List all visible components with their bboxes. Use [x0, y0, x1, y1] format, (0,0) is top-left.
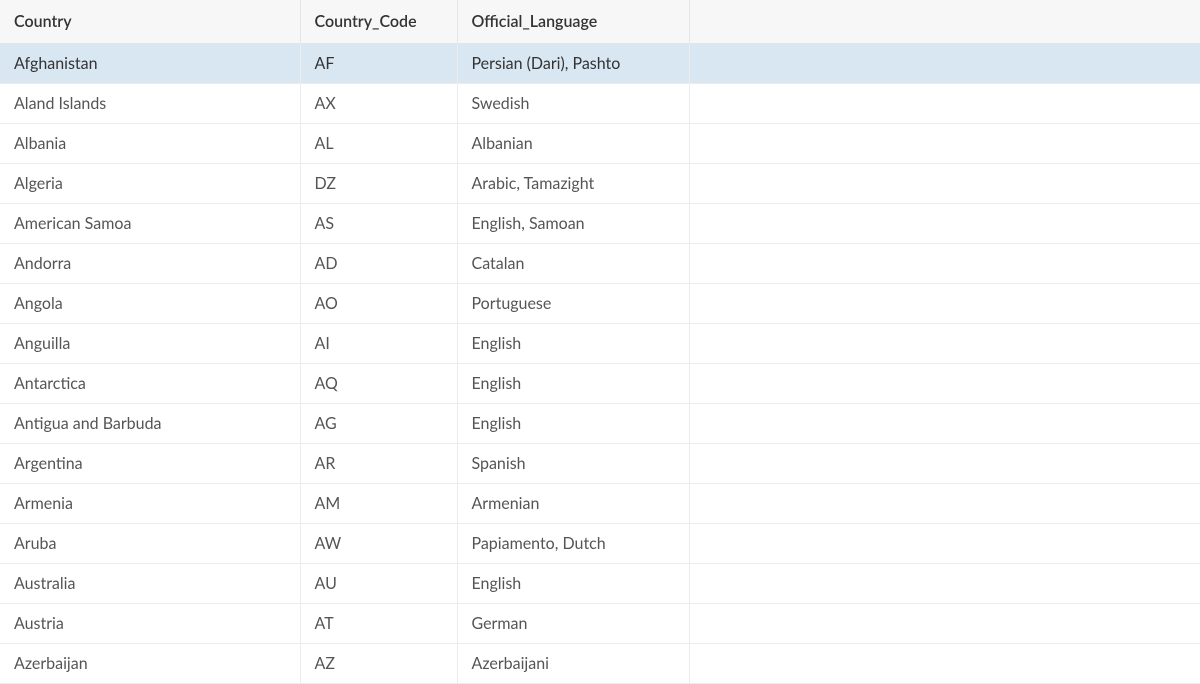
cell-empty [689, 484, 1200, 524]
cell-country: Antigua and Barbuda [0, 404, 300, 444]
cell-empty [689, 244, 1200, 284]
table-row[interactable]: AzerbaijanAZAzerbaijani [0, 644, 1200, 684]
table-row[interactable]: AustriaATGerman [0, 604, 1200, 644]
cell-country: Afghanistan [0, 44, 300, 84]
cell-official-language: Arabic, Tamazight [457, 164, 689, 204]
cell-country-code: AM [300, 484, 457, 524]
table-row[interactable]: AustraliaAUEnglish [0, 564, 1200, 604]
table-row[interactable]: Antigua and BarbudaAGEnglish [0, 404, 1200, 444]
cell-country-code: AS [300, 204, 457, 244]
table-row[interactable]: ArubaAWPapiamento, Dutch [0, 524, 1200, 564]
cell-official-language: Portuguese [457, 284, 689, 324]
cell-empty [689, 564, 1200, 604]
cell-official-language: Papiamento, Dutch [457, 524, 689, 564]
cell-country: Angola [0, 284, 300, 324]
table-row[interactable]: AndorraADCatalan [0, 244, 1200, 284]
column-header-empty [689, 0, 1200, 44]
cell-country: Argentina [0, 444, 300, 484]
cell-official-language: English [457, 564, 689, 604]
cell-country: Anguilla [0, 324, 300, 364]
cell-country: Antarctica [0, 364, 300, 404]
cell-country-code: AO [300, 284, 457, 324]
cell-empty [689, 604, 1200, 644]
cell-empty [689, 364, 1200, 404]
cell-empty [689, 84, 1200, 124]
cell-official-language: English [457, 404, 689, 444]
data-table: Country Country_Code Official_Language A… [0, 0, 1200, 684]
cell-country-code: AQ [300, 364, 457, 404]
cell-official-language: English [457, 324, 689, 364]
column-header-official-language[interactable]: Official_Language [457, 0, 689, 44]
table-row[interactable]: AnguillaAIEnglish [0, 324, 1200, 364]
cell-empty [689, 324, 1200, 364]
cell-country: Albania [0, 124, 300, 164]
table-row[interactable]: Aland IslandsAXSwedish [0, 84, 1200, 124]
cell-country: Australia [0, 564, 300, 604]
table-row[interactable]: AngolaAOPortuguese [0, 284, 1200, 324]
cell-empty [689, 204, 1200, 244]
table-row[interactable]: ArmeniaAMArmenian [0, 484, 1200, 524]
table-row[interactable]: AfghanistanAFPersian (Dari), Pashto [0, 44, 1200, 84]
table-row[interactable]: AntarcticaAQEnglish [0, 364, 1200, 404]
cell-country-code: AX [300, 84, 457, 124]
cell-official-language: English [457, 364, 689, 404]
table-row[interactable]: AlgeriaDZArabic, Tamazight [0, 164, 1200, 204]
cell-country: Andorra [0, 244, 300, 284]
cell-country: Armenia [0, 484, 300, 524]
cell-empty [689, 404, 1200, 444]
cell-empty [689, 444, 1200, 484]
cell-country-code: AG [300, 404, 457, 444]
cell-official-language: Swedish [457, 84, 689, 124]
table-row[interactable]: AlbaniaALAlbanian [0, 124, 1200, 164]
cell-country-code: DZ [300, 164, 457, 204]
cell-country: Aland Islands [0, 84, 300, 124]
cell-country: Algeria [0, 164, 300, 204]
table-row[interactable]: ArgentinaARSpanish [0, 444, 1200, 484]
cell-official-language: German [457, 604, 689, 644]
cell-empty [689, 644, 1200, 684]
cell-empty [689, 284, 1200, 324]
cell-official-language: Persian (Dari), Pashto [457, 44, 689, 84]
table-header: Country Country_Code Official_Language [0, 0, 1200, 44]
cell-empty [689, 524, 1200, 564]
cell-official-language: Catalan [457, 244, 689, 284]
cell-country-code: AI [300, 324, 457, 364]
table-body: AfghanistanAFPersian (Dari), PashtoAland… [0, 44, 1200, 684]
column-header-country[interactable]: Country [0, 0, 300, 44]
cell-empty [689, 124, 1200, 164]
column-header-country-code[interactable]: Country_Code [300, 0, 457, 44]
cell-country: Azerbaijan [0, 644, 300, 684]
cell-country: Austria [0, 604, 300, 644]
cell-empty [689, 44, 1200, 84]
cell-official-language: Armenian [457, 484, 689, 524]
cell-country-code: AR [300, 444, 457, 484]
cell-country-code: AL [300, 124, 457, 164]
cell-country: Aruba [0, 524, 300, 564]
cell-official-language: English, Samoan [457, 204, 689, 244]
cell-country: American Samoa [0, 204, 300, 244]
table-row[interactable]: American SamoaASEnglish, Samoan [0, 204, 1200, 244]
cell-official-language: Azerbaijani [457, 644, 689, 684]
data-table-container: Country Country_Code Official_Language A… [0, 0, 1200, 684]
cell-country-code: AD [300, 244, 457, 284]
cell-country-code: AF [300, 44, 457, 84]
cell-official-language: Albanian [457, 124, 689, 164]
table-header-row: Country Country_Code Official_Language [0, 0, 1200, 44]
cell-country-code: AU [300, 564, 457, 604]
cell-empty [689, 164, 1200, 204]
cell-country-code: AZ [300, 644, 457, 684]
cell-country-code: AW [300, 524, 457, 564]
cell-country-code: AT [300, 604, 457, 644]
cell-official-language: Spanish [457, 444, 689, 484]
